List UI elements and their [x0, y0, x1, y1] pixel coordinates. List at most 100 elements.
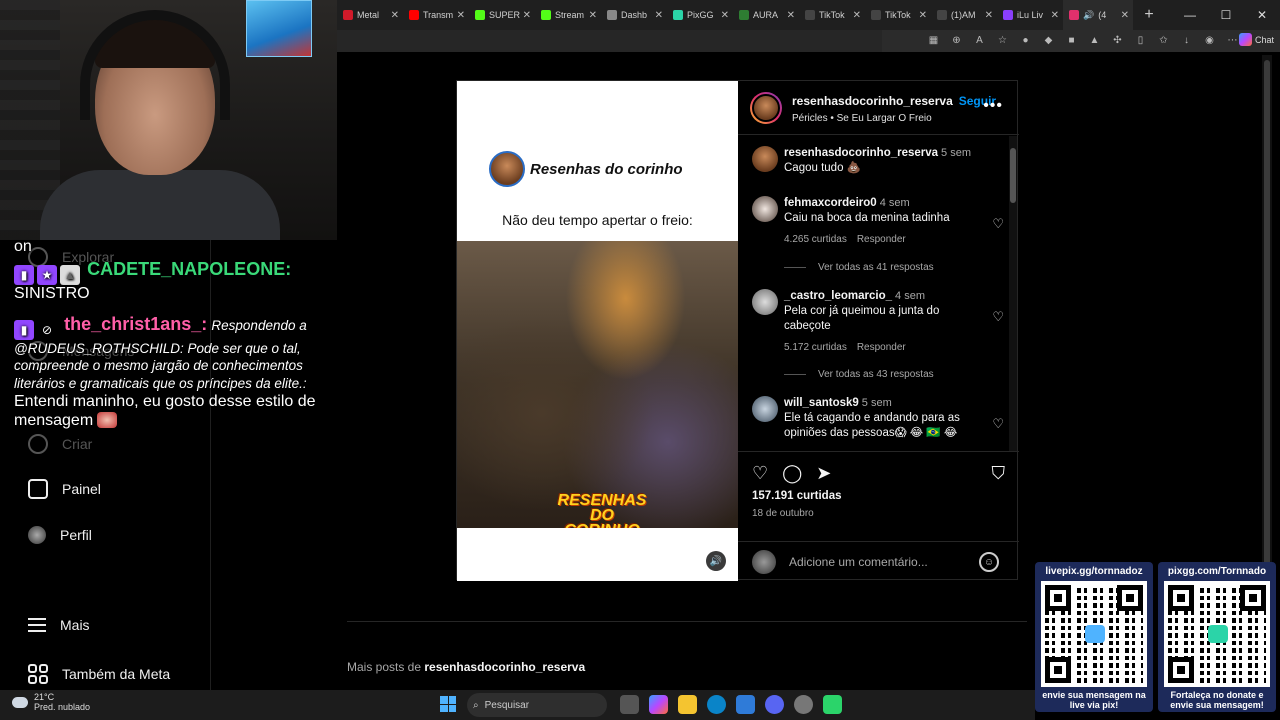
copilot-icon[interactable]: [649, 695, 668, 714]
extension-icon[interactable]: ■: [1064, 33, 1079, 48]
triangle-badge-icon: ▲: [60, 264, 80, 285]
audio-toggle-button[interactable]: 🔊: [706, 551, 726, 571]
browser-tab-active[interactable]: 🔊 (4 ✕: [1063, 0, 1133, 30]
close-tab-icon[interactable]: ✕: [457, 10, 465, 21]
post-audio-track[interactable]: Péricles • Se Eu Largar O Freio: [792, 113, 996, 124]
browser-tab[interactable]: TikTok ✕: [865, 0, 931, 30]
comment-avatar[interactable]: [752, 146, 778, 172]
sidebar-item-meta[interactable]: Também da Meta: [28, 664, 170, 684]
like-comment-icon[interactable]: ♡: [992, 309, 1004, 325]
sidebar-item-create[interactable]: Criar: [28, 434, 92, 454]
app-icon[interactable]: ▦: [926, 33, 941, 48]
close-tab-icon[interactable]: ✕: [853, 10, 861, 21]
like-comment-icon[interactable]: ♡: [992, 216, 1004, 232]
browser-tab[interactable]: Transm ✕: [403, 0, 469, 30]
extension-icon[interactable]: ●: [1018, 33, 1033, 48]
taskbar-search[interactable]: ⌕ Pesquisar: [467, 693, 607, 717]
hamburger-menu-icon: [28, 618, 46, 632]
author-avatar[interactable]: [750, 91, 782, 124]
reply-button[interactable]: Responder: [857, 342, 906, 353]
sidebar-item-profile[interactable]: Perfil: [28, 526, 92, 544]
menu-dots-icon[interactable]: ⋯: [1225, 33, 1240, 48]
photos-icon[interactable]: [736, 695, 755, 714]
browser-tab[interactable]: (1)AM ✕: [931, 0, 997, 30]
view-replies-button[interactable]: Ver todas as 41 respostas: [784, 262, 934, 273]
browser-tab[interactable]: TikTok ✕: [799, 0, 865, 30]
comment-avatar[interactable]: [752, 289, 778, 315]
post-media: Resenhas do corinho Não deu tempo aperta…: [457, 81, 738, 581]
share-icon[interactable]: ➤: [816, 463, 831, 484]
comment-likes[interactable]: 4.265 curtidas: [784, 234, 847, 245]
comment-item: will_santosk9 5 sem Ele tá cagando e andan…: [752, 396, 1004, 441]
extension-icon[interactable]: ▲: [1087, 33, 1102, 48]
author-username[interactable]: resenhasdocorinho_reserva: [792, 94, 953, 108]
extensions-puzzle-icon[interactable]: ✣: [1110, 33, 1125, 48]
discord-icon[interactable]: [765, 695, 784, 714]
settings-gear-icon[interactable]: [794, 695, 813, 714]
sidebar-item-dashboard[interactable]: Painel: [28, 479, 101, 499]
sidebar-item-more[interactable]: Mais: [28, 617, 90, 633]
new-tab-button[interactable]: +: [1139, 6, 1159, 24]
close-tab-icon[interactable]: ✕: [589, 10, 597, 21]
speaker-icon[interactable]: 🔊: [1083, 10, 1094, 21]
comment-icon[interactable]: ◯: [782, 463, 802, 484]
close-tab-icon[interactable]: ✕: [721, 10, 729, 21]
video-watermark: RESENHAS DO CORINHO: [557, 492, 647, 528]
comment-likes[interactable]: 5.172 curtidas: [784, 342, 847, 353]
view-replies-button[interactable]: Ver todas as 43 respostas: [784, 369, 934, 380]
comments-scrollbar[interactable]: [1009, 136, 1017, 451]
more-posts-username[interactable]: resenhasdocorinho_reserva: [424, 660, 585, 674]
scrollbar-thumb[interactable]: [1010, 148, 1016, 203]
post-modal: Resenhas do corinho Não deu tempo aperta…: [456, 80, 1019, 581]
task-view-icon[interactable]: [620, 695, 639, 714]
video-player[interactable]: RESENHAS DO CORINHO: [457, 241, 738, 528]
close-tab-icon[interactable]: ✕: [1121, 10, 1129, 21]
split-screen-icon[interactable]: ▯: [1133, 33, 1148, 48]
browser-tab[interactable]: Metal ✕: [337, 0, 403, 30]
browser-tab[interactable]: iLu Liv ✕: [997, 0, 1063, 30]
address-field[interactable]: [337, 30, 882, 52]
zoom-icon[interactable]: ⊕: [949, 33, 964, 48]
windows-start-icon[interactable]: [440, 696, 456, 712]
comment-avatar[interactable]: [752, 196, 778, 222]
close-tab-icon[interactable]: ✕: [655, 10, 663, 21]
weather-widget[interactable]: 21°C Pred. nublado: [12, 692, 90, 713]
edge-browser-icon[interactable]: [707, 695, 726, 714]
file-explorer-icon[interactable]: [678, 695, 697, 714]
maximize-icon[interactable]: ☐: [1208, 0, 1244, 30]
read-aloud-icon[interactable]: A: [972, 33, 987, 48]
like-icon[interactable]: ♡: [752, 463, 768, 484]
browser-tab[interactable]: AURA ✕: [733, 0, 799, 30]
like-comment-icon[interactable]: ♡: [992, 416, 1004, 432]
likes-count[interactable]: 157.191 curtidas: [752, 490, 1005, 502]
download-icon[interactable]: ↓: [1179, 33, 1194, 48]
close-tab-icon[interactable]: ✕: [985, 10, 993, 21]
copilot-chat-button[interactable]: Chat: [1238, 33, 1274, 46]
more-options-icon[interactable]: •••: [983, 97, 1003, 115]
close-tab-icon[interactable]: ✕: [1051, 10, 1059, 21]
dashboard-icon: [28, 479, 48, 499]
close-tab-icon[interactable]: ✕: [919, 10, 927, 21]
speaker-icon: 🔊: [709, 555, 723, 567]
streamer-body: [40, 170, 280, 240]
browser-tab[interactable]: PixGG ✕: [667, 0, 733, 30]
close-tab-icon[interactable]: ✕: [523, 10, 531, 21]
comment-input[interactable]: [789, 554, 969, 569]
browser-tab[interactable]: Dashb ✕: [601, 0, 667, 30]
browser-tab[interactable]: SUPER ✕: [469, 0, 535, 30]
close-tab-icon[interactable]: ✕: [391, 10, 399, 21]
reply-button[interactable]: Responder: [857, 234, 906, 245]
extension-icon[interactable]: ◆: [1041, 33, 1056, 48]
minimize-icon[interactable]: —: [1172, 0, 1208, 30]
emoji-icon[interactable]: ☺: [979, 552, 999, 572]
browser-tab[interactable]: Stream ✕: [535, 0, 601, 30]
comment-avatar[interactable]: [752, 396, 778, 422]
streaming-app-icon[interactable]: [823, 695, 842, 714]
favorite-star-icon[interactable]: ☆: [995, 33, 1010, 48]
close-tab-icon[interactable]: ✕: [787, 10, 795, 21]
cloud-icon: [12, 697, 28, 709]
favorites-icon[interactable]: ✩: [1156, 33, 1171, 48]
close-window-icon[interactable]: ✕: [1244, 0, 1280, 30]
profile-avatar-icon[interactable]: ◉: [1202, 33, 1217, 48]
save-bookmark-icon[interactable]: ⛉: [992, 463, 1006, 484]
